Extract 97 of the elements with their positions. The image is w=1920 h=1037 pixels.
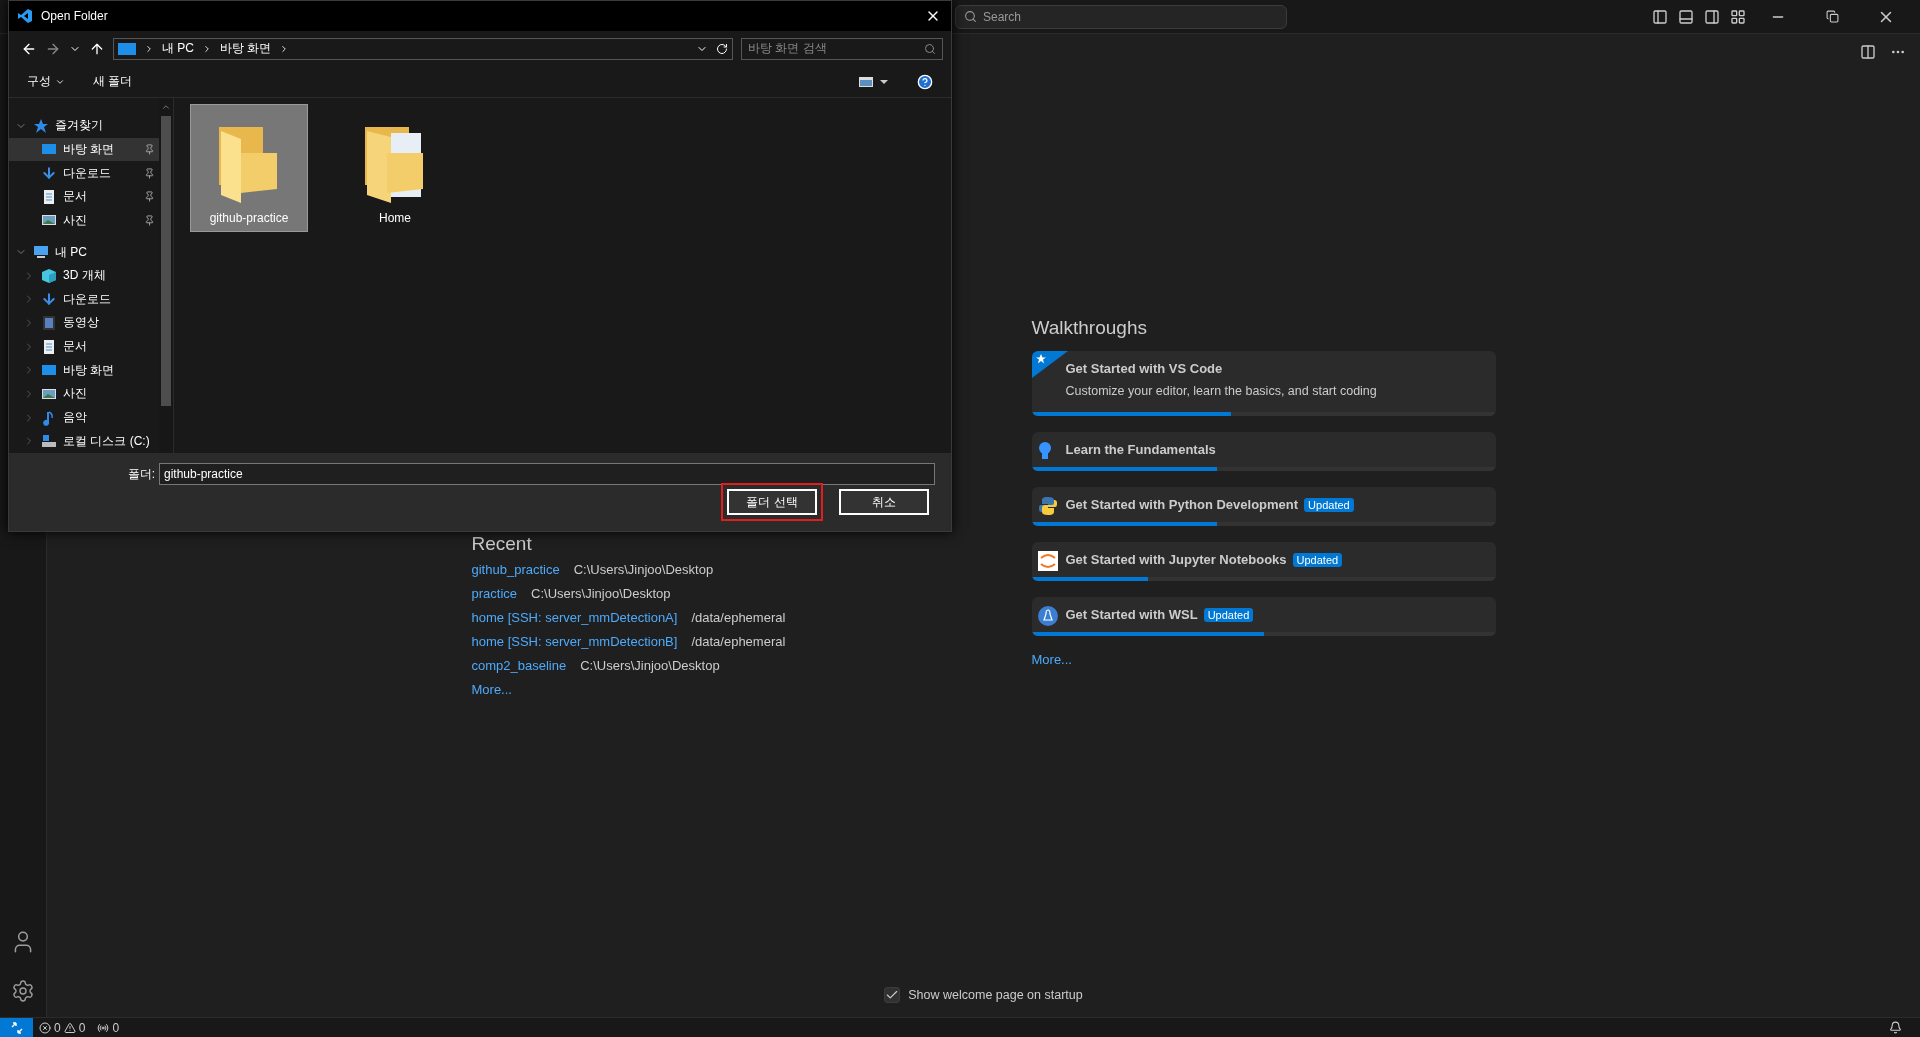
walkthrough-title: Get Started with Jupyter Notebooks (1065, 552, 1287, 567)
startup-label: Show welcome page on startup (908, 988, 1083, 1002)
toolbar-button[interactable]: 새 폴더 (93, 73, 133, 90)
recent-folder-link[interactable]: home [SSH: server_mmDetectionA] (471, 609, 678, 625)
recent-heading: Recent (471, 533, 533, 555)
warning-count[interactable]: 0 (78, 1020, 86, 1035)
error-icon[interactable] (39, 1021, 51, 1034)
tree-item[interactable]: 바탕 화면 (9, 358, 159, 383)
toolbar-button[interactable]: 구성 (27, 73, 51, 90)
remote-icon (9, 1020, 24, 1035)
search-field[interactable]: Search (955, 4, 1287, 29)
updated-badge: Updated (1292, 552, 1343, 567)
sidebar-toggle-icon[interactable] (1652, 8, 1668, 25)
folder-path: C:\Users\Jinjoo\Desktop (531, 585, 671, 601)
view-options-icon[interactable] (859, 76, 889, 87)
walkthrough-description: Customize your editor, learn the basics, and start coding (1065, 384, 1378, 398)
select-folder-button[interactable]: 폴더 선택 (727, 489, 817, 515)
address-bar[interactable]: 내 PC 바탕 화면 (113, 37, 733, 60)
scroll-up-icon[interactable] (161, 102, 171, 112)
recent-folder-link[interactable]: practice (471, 585, 518, 601)
python-icon (1037, 496, 1058, 516)
walkthrough-title: Get Started with Python Development (1065, 497, 1299, 512)
refresh-icon[interactable] (716, 42, 728, 55)
orbit-logo-icon (1037, 551, 1058, 571)
layout-icon[interactable] (1730, 8, 1746, 25)
chevron-icon[interactable] (202, 43, 212, 54)
document-icon (41, 338, 57, 355)
updated-badge: Updated (1203, 607, 1254, 622)
panel-toggle-icon[interactable] (1678, 8, 1694, 25)
download-icon (41, 165, 57, 182)
star-corner-icon (1031, 351, 1068, 378)
split-editor-icon[interactable] (1860, 43, 1876, 60)
notifications-icon[interactable] (1889, 1021, 1902, 1034)
tree-item[interactable]: 동영상 (9, 311, 159, 335)
more-link[interactable]: More... (471, 681, 512, 697)
monitor-icon (118, 42, 136, 55)
search-icon (924, 42, 936, 55)
recent-folder-link[interactable]: home [SSH: server_mmDetectionB] (471, 633, 678, 649)
tree-item[interactable]: 바탕 화면 (9, 137, 159, 162)
ports-icon[interactable] (97, 1021, 110, 1034)
tree-item[interactable]: 사진 (9, 208, 159, 233)
scrollbar-thumb[interactable] (161, 116, 171, 406)
walkthrough-title: Learn the Fundamentals (1065, 442, 1216, 457)
folder-name-field[interactable]: github-practice (159, 463, 935, 485)
cancel-button[interactable]: 취소 (839, 489, 929, 515)
walkthrough-card[interactable]: Get Started with Python Development Updated (1031, 487, 1496, 526)
folder-item[interactable]: github-practice (190, 104, 308, 232)
folder-path: /data/ephemeral (691, 633, 786, 649)
walkthrough-card[interactable]: Get Started with WSL Updated (1031, 597, 1496, 636)
updated-badge: Updated (1304, 497, 1354, 512)
walkthrough-title: Get Started with VS Code (1065, 361, 1223, 376)
tree-item[interactable]: 음악 (9, 405, 159, 430)
walkthrough-card[interactable]: Get Started with Jupyter Notebooks Updated (1031, 542, 1496, 581)
folder-path: C:\Users\Jinjoo\Desktop (580, 657, 720, 673)
error-count[interactable]: 0 (54, 1020, 61, 1035)
walkthroughs-heading: Walkthroughs (1031, 317, 1148, 339)
app-logo-icon (17, 8, 33, 24)
star-icon (33, 117, 49, 134)
search-field[interactable]: 바탕 화면 검색 (741, 37, 943, 60)
walkthrough-card[interactable]: Learn the Fundamentals (1031, 432, 1496, 471)
lightbulb-icon (1037, 441, 1052, 461)
search-icon (964, 10, 977, 23)
tree-item[interactable]: 다운로드 (9, 161, 159, 185)
recent-folder-link[interactable]: comp2_baseline (471, 657, 567, 673)
remote-button[interactable] (0, 1018, 33, 1037)
folder-path: C:\Users\Jinjoo\Desktop (573, 561, 714, 577)
drive-icon (41, 433, 57, 450)
cube-icon (41, 267, 57, 284)
computer-icon (33, 244, 49, 260)
secondary-sidebar-icon[interactable] (1704, 8, 1720, 25)
tree-item[interactable]: 로컬 디스크 (C:) (9, 429, 159, 453)
settings-icon[interactable] (11, 979, 35, 1003)
tree-item[interactable]: 문서 (9, 184, 159, 209)
tree-item[interactable]: 3D 개체 (9, 263, 159, 288)
tree-item[interactable]: 사진 (9, 382, 159, 406)
download-icon (41, 291, 57, 308)
restore-icon[interactable] (1825, 10, 1839, 23)
folder-item[interactable]: Home (336, 104, 454, 232)
breadcrumb-item[interactable]: 바탕 화면 (220, 40, 272, 57)
tree-item[interactable]: 즐겨찾기 (9, 114, 159, 138)
startup-checkbox[interactable] (884, 987, 901, 1003)
help-icon[interactable] (917, 73, 933, 90)
chevron-icon[interactable] (144, 43, 154, 54)
tree-item[interactable]: 문서 (9, 334, 159, 359)
ports-count[interactable]: 0 (112, 1020, 120, 1035)
breadcrumb-item[interactable]: 내 PC (162, 40, 194, 57)
folder-label: 폴더: (127, 465, 155, 483)
document-icon (41, 188, 57, 205)
tree-item[interactable]: 내 PC (9, 240, 159, 264)
dialog-title: Open Folder (41, 9, 108, 23)
walkthrough-card[interactable]: Get Started with VS Code Customize your editor, learn the basics, and start coding (1031, 351, 1496, 416)
walkthrough-title: Get Started with WSL (1065, 607, 1198, 622)
tree-item[interactable]: 다운로드 (9, 287, 159, 312)
warning-icon[interactable] (63, 1021, 76, 1034)
more-link[interactable]: More... (1031, 652, 1496, 667)
folder-path: /data/ephemeral (691, 609, 786, 625)
recent-folder-link[interactable]: github_practice (471, 561, 560, 577)
